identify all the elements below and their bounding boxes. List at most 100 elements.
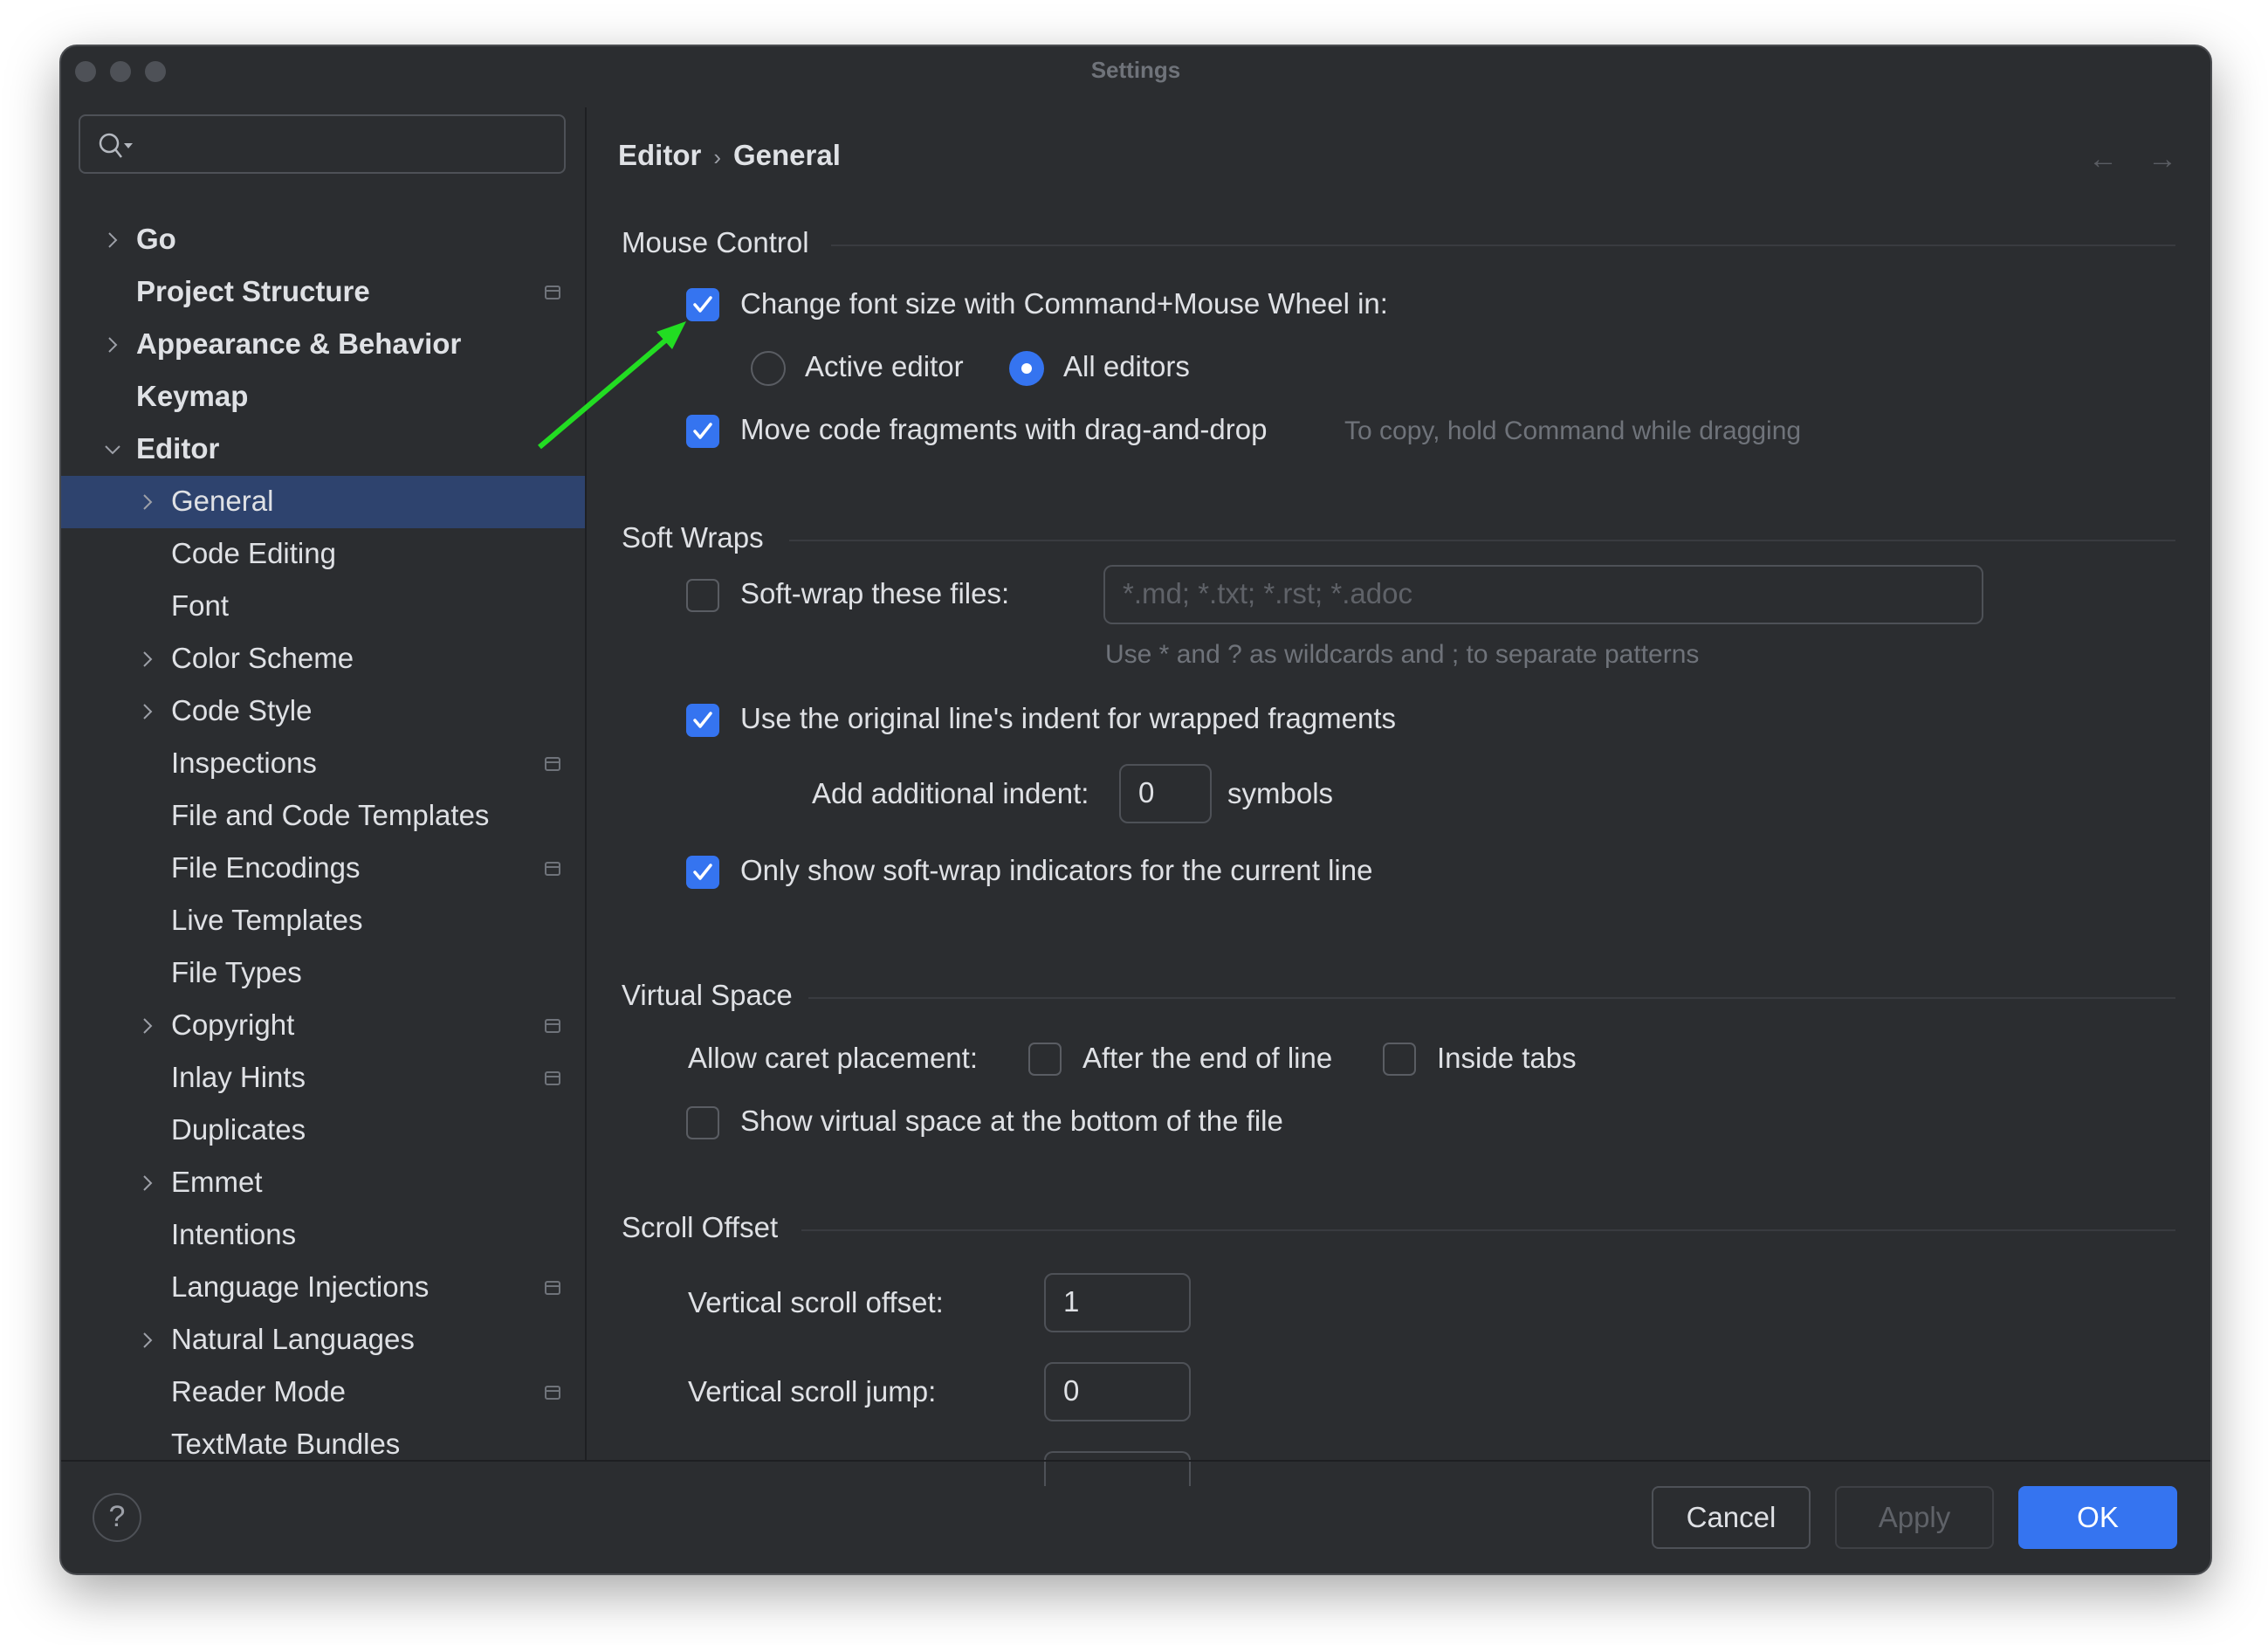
- sidebar-item-label: Inspections: [171, 747, 317, 779]
- cancel-button[interactable]: Cancel: [1652, 1486, 1811, 1549]
- chevron-right-icon[interactable]: [103, 230, 120, 251]
- project-level-icon: [545, 1281, 560, 1295]
- sidebar-item-language-injections[interactable]: Language Injections: [61, 1262, 585, 1314]
- soft-wrap-files-label[interactable]: Soft-wrap these files:: [740, 577, 1009, 610]
- search-icon: [99, 133, 133, 158]
- window-title: Settings: [1090, 57, 1181, 83]
- after-end-of-line-checkbox[interactable]: [1028, 1043, 1062, 1076]
- chevron-right-icon[interactable]: [138, 1173, 155, 1194]
- chevron-right-icon[interactable]: [138, 701, 155, 722]
- sidebar-item-general[interactable]: General: [61, 476, 585, 528]
- section-soft-wraps: Soft Wraps: [622, 521, 2175, 554]
- original-indent-label[interactable]: Use the original line's indent for wrapp…: [740, 702, 1396, 735]
- sidebar-item-code-style[interactable]: Code Style: [61, 685, 585, 738]
- sidebar-item-label: Live Templates: [171, 904, 363, 936]
- checkmark-icon: [693, 864, 712, 880]
- additional-indent-input[interactable]: 0: [1119, 764, 1212, 823]
- chevron-right-icon[interactable]: [138, 649, 155, 670]
- chevron-right-icon[interactable]: [103, 334, 120, 355]
- change-font-size-checkbox[interactable]: [686, 288, 719, 321]
- forward-arrow-icon[interactable]: →: [2148, 142, 2177, 176]
- sidebar-item-inlay-hints[interactable]: Inlay Hints: [61, 1052, 585, 1105]
- settings-window: Settings Go Project Structure Appearance &…: [59, 45, 2212, 1575]
- sidebar-item-natural-languages[interactable]: Natural Languages: [61, 1314, 585, 1366]
- show-virtual-space-label[interactable]: Show virtual space at the bottom of the …: [740, 1105, 1283, 1138]
- sidebar-item-keymap[interactable]: Keymap: [61, 371, 585, 423]
- sidebar-item-label: General: [171, 485, 274, 517]
- all-editors-label[interactable]: All editors: [1063, 350, 1190, 383]
- allow-caret-label: Allow caret placement:: [688, 1042, 978, 1074]
- move-code-label[interactable]: Move code fragments with drag-and-drop: [740, 413, 1267, 446]
- vertical-scroll-jump-input[interactable]: 0: [1044, 1362, 1191, 1421]
- show-virtual-space-checkbox[interactable]: [686, 1106, 719, 1139]
- only-current-line-label[interactable]: Only show soft-wrap indicators for the c…: [740, 854, 1372, 887]
- sidebar-item-reader-mode[interactable]: Reader Mode: [61, 1366, 585, 1419]
- sidebar-item-intentions[interactable]: Intentions: [61, 1209, 585, 1262]
- ok-button[interactable]: OK: [2018, 1486, 2177, 1549]
- settings-content: Editor › General ← → Mouse Control Change f…: [587, 107, 2210, 1486]
- sidebar-item-label: Emmet: [171, 1166, 263, 1198]
- change-font-size-label[interactable]: Change font size with Command+Mouse Whee…: [740, 287, 1388, 320]
- dialog-footer: ? Cancel Apply OK: [61, 1460, 2210, 1573]
- section-divider: [789, 540, 2175, 541]
- sidebar-item-appearance-behavior[interactable]: Appearance & Behavior: [61, 319, 585, 371]
- chevron-down-icon[interactable]: [103, 439, 120, 460]
- project-level-icon: [545, 757, 560, 771]
- sidebar-item-project-structure[interactable]: Project Structure: [61, 266, 585, 319]
- settings-sidebar: Go Project Structure Appearance & Behavior…: [61, 107, 587, 1462]
- sidebar-item-label: Intentions: [171, 1218, 297, 1250]
- section-title: Scroll Offset: [622, 1211, 779, 1243]
- section-title: Mouse Control: [622, 226, 809, 258]
- sidebar-item-emmet[interactable]: Emmet: [61, 1157, 585, 1209]
- sidebar-item-file-encodings[interactable]: File Encodings: [61, 843, 585, 895]
- inside-tabs-checkbox[interactable]: [1383, 1043, 1416, 1076]
- sidebar-item-go[interactable]: Go: [61, 214, 585, 266]
- sidebar-item-duplicates[interactable]: Duplicates: [61, 1105, 585, 1157]
- original-indent-checkbox[interactable]: [686, 704, 719, 737]
- back-arrow-icon[interactable]: ←: [2088, 142, 2118, 176]
- section-mouse-control: Mouse Control: [622, 226, 2175, 259]
- sidebar-item-label: Keymap: [136, 380, 249, 412]
- help-button[interactable]: ?: [93, 1493, 141, 1542]
- soft-wrap-files-input[interactable]: *.md; *.txt; *.rst; *.adoc: [1103, 565, 1983, 624]
- section-virtual-space: Virtual Space: [622, 979, 2175, 1012]
- sidebar-item-file-types[interactable]: File Types: [61, 947, 585, 1000]
- sidebar-item-label: Appearance & Behavior: [136, 327, 462, 360]
- navigation-arrows: ← →: [2058, 142, 2177, 176]
- vertical-scroll-offset-input[interactable]: 1: [1044, 1273, 1191, 1332]
- sidebar-item-copyright[interactable]: Copyright: [61, 1000, 585, 1052]
- active-editor-label[interactable]: Active editor: [805, 350, 964, 383]
- sidebar-item-color-scheme[interactable]: Color Scheme: [61, 633, 585, 685]
- active-editor-radio[interactable]: [751, 351, 786, 386]
- sidebar-item-label: Editor: [136, 432, 220, 465]
- sidebar-item-label: Natural Languages: [171, 1323, 415, 1355]
- section-title: Soft Wraps: [622, 521, 764, 554]
- sidebar-item-file-and-code-templates[interactable]: File and Code Templates: [61, 790, 585, 843]
- all-editors-radio[interactable]: [1009, 351, 1044, 386]
- project-level-icon: [545, 862, 560, 876]
- sidebar-item-editor[interactable]: Editor: [61, 423, 585, 476]
- sidebar-item-inspections[interactable]: Inspections: [61, 738, 585, 790]
- sidebar-item-label: Inlay Hints: [171, 1061, 306, 1093]
- after-end-of-line-label[interactable]: After the end of line: [1082, 1042, 1332, 1075]
- inside-tabs-label[interactable]: Inside tabs: [1437, 1042, 1577, 1075]
- chevron-right-icon[interactable]: [138, 492, 155, 513]
- breadcrumb-parent[interactable]: Editor: [618, 139, 701, 171]
- chevron-right-icon[interactable]: [138, 1015, 155, 1036]
- soft-wrap-files-checkbox[interactable]: [686, 579, 719, 612]
- sidebar-item-label: Reader Mode: [171, 1375, 346, 1408]
- sidebar-item-live-templates[interactable]: Live Templates: [61, 895, 585, 947]
- soft-wrap-files-hint: Use * and ? as wildcards and ; to separa…: [1105, 640, 1700, 669]
- additional-indent-label: Add additional indent:: [812, 777, 1089, 809]
- sidebar-item-label: Code Style: [171, 694, 313, 726]
- sidebar-item-label: Go: [136, 223, 176, 255]
- search-input[interactable]: [79, 114, 566, 174]
- sidebar-item-label: Color Scheme: [171, 642, 354, 674]
- sidebar-item-code-editing[interactable]: Code Editing: [61, 528, 585, 581]
- move-code-checkbox[interactable]: [686, 415, 719, 448]
- only-current-line-checkbox[interactable]: [686, 856, 719, 889]
- apply-button[interactable]: Apply: [1835, 1486, 1994, 1549]
- sidebar-item-font[interactable]: Font: [61, 581, 585, 633]
- chevron-right-icon[interactable]: [138, 1330, 155, 1351]
- section-title: Virtual Space: [622, 979, 793, 1011]
